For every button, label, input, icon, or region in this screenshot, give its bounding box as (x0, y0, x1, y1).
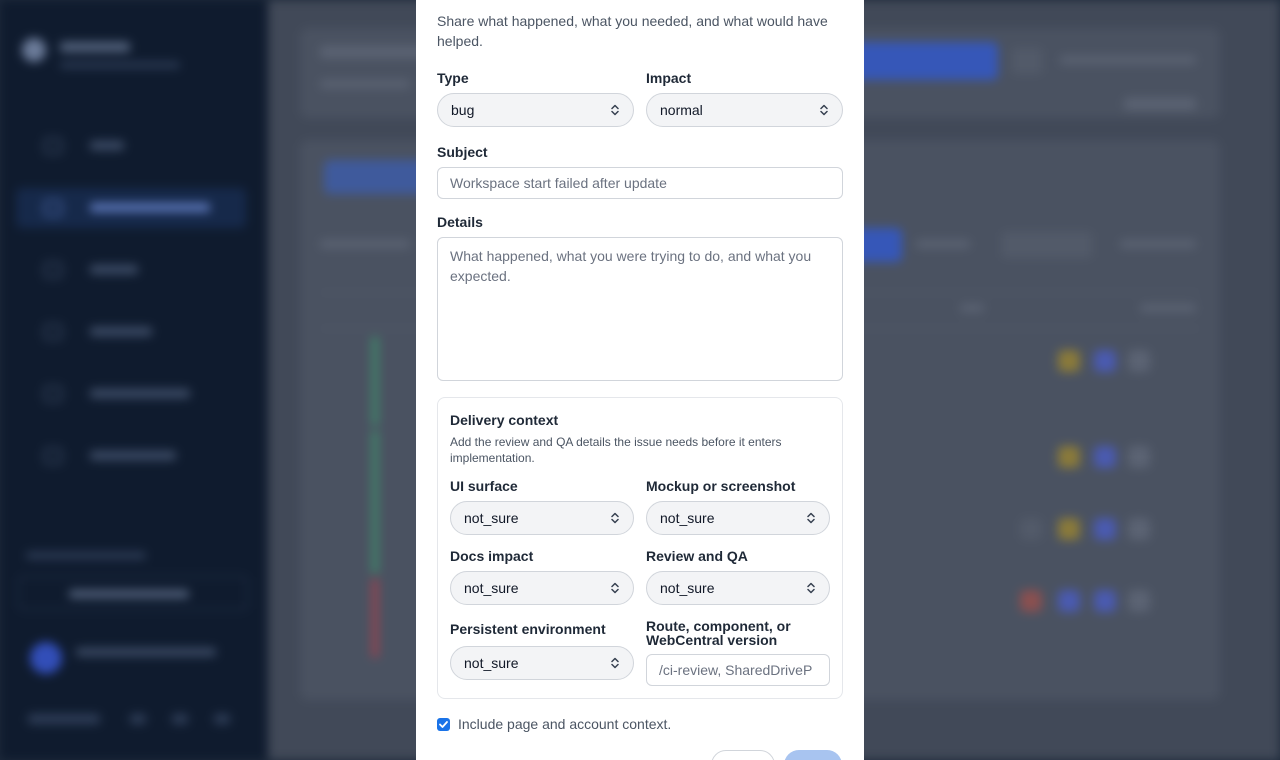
chevron-updown-icon (820, 104, 828, 116)
logo-text-placeholder (60, 42, 130, 52)
bg-sidebar-button (18, 576, 248, 610)
logo-subtext-placeholder (60, 62, 180, 68)
dialog-intro: Share what happened, what you needed, an… (437, 13, 828, 49)
chevron-updown-icon (807, 582, 815, 594)
subject-input[interactable]: Workspace start failed after update (437, 167, 843, 199)
cancel-button[interactable] (711, 750, 775, 760)
route-label: Route, component, or WebCentral version (646, 618, 791, 648)
docs-impact-value: not_sure (464, 580, 519, 596)
impact-label: Impact (646, 70, 692, 86)
delivery-context-description: Add the review and QA details the issue … (450, 435, 782, 465)
type-value: bug (451, 102, 475, 118)
ui-surface-label: UI surface (450, 478, 518, 494)
avatar (30, 642, 62, 674)
feedback-dialog: Share what happened, what you needed, an… (416, 0, 864, 760)
mockup-select[interactable]: not_sure (646, 501, 830, 535)
delivery-context-title: Delivery context (450, 412, 559, 428)
subject-label: Subject (437, 144, 488, 160)
persistent-environment-value: not_sure (464, 655, 519, 671)
chevron-updown-icon (807, 512, 815, 524)
chevron-updown-icon (611, 582, 619, 594)
details-label: Details (437, 214, 483, 230)
route-input[interactable]: /ci-review, SharedDriveP (646, 654, 830, 686)
ui-surface-value: not_sure (464, 510, 519, 526)
nav-icon (44, 138, 62, 154)
review-qa-select[interactable]: not_sure (646, 571, 830, 605)
type-select[interactable]: bug (437, 93, 634, 127)
mockup-label: Mockup or screenshot (646, 478, 796, 494)
nav-icon (44, 262, 62, 278)
type-label: Type (437, 70, 469, 86)
impact-value: normal (660, 102, 703, 118)
mockup-value: not_sure (660, 510, 715, 526)
nav-icon (44, 200, 62, 216)
bg-nav-item (30, 374, 230, 414)
docs-impact-label: Docs impact (450, 548, 534, 564)
persistent-environment-select[interactable]: not_sure (450, 646, 634, 680)
review-qa-label: Review and QA (646, 548, 748, 564)
include-context-label: Include page and account context. (458, 716, 672, 732)
bg-nav-item-active (16, 188, 246, 228)
nav-icon (44, 386, 62, 402)
logo-icon (22, 38, 46, 62)
submit-button[interactable] (784, 750, 842, 760)
include-context-checkbox[interactable] (437, 718, 450, 731)
bg-nav-item (30, 250, 230, 290)
details-textarea[interactable]: What happened, what you were trying to d… (437, 237, 843, 381)
bg-nav-item (30, 312, 230, 352)
persistent-environment-label: Persistent environment (450, 621, 606, 637)
review-qa-value: not_sure (660, 580, 715, 596)
docs-impact-select[interactable]: not_sure (450, 571, 634, 605)
chevron-updown-icon (611, 104, 619, 116)
check-icon (439, 721, 448, 728)
bg-nav-item (30, 126, 230, 166)
background-sidebar (0, 0, 268, 760)
nav-icon (44, 324, 62, 340)
ui-surface-select[interactable]: not_sure (450, 501, 634, 535)
delivery-context-panel: Delivery context Add the review and QA d… (437, 397, 843, 699)
impact-select[interactable]: normal (646, 93, 843, 127)
bg-nav-item (30, 436, 230, 476)
chevron-updown-icon (611, 512, 619, 524)
nav-icon (44, 448, 62, 464)
chevron-updown-icon (611, 657, 619, 669)
